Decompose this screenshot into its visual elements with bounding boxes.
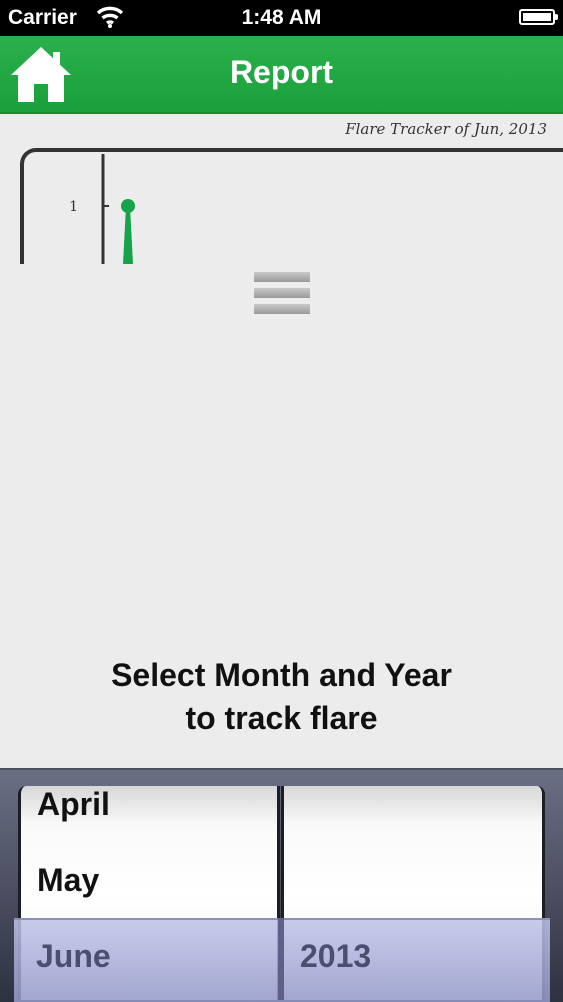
page-title: Report (229, 54, 334, 90)
drag-handle-icon[interactable] (254, 272, 310, 326)
chart-point (121, 199, 135, 213)
selected-month[interactable]: June (36, 938, 111, 975)
prompt-line-2: to track flare (185, 700, 378, 736)
status-bar: Carrier 1:48 AM (0, 0, 563, 36)
picker-divider (278, 918, 284, 1000)
chart-bar (123, 206, 133, 264)
report-subtitle: Flare Tracker of Jun, 2013 (345, 120, 547, 138)
clock-label: 1:48 AM (241, 6, 322, 29)
prompt-line-1: Select Month and Year (111, 657, 452, 693)
flare-chart: 1 (69, 154, 135, 264)
y-tick-label: 1 (69, 199, 78, 215)
battery-icon (519, 9, 558, 25)
nav-bar: Report (0, 36, 563, 114)
month-option[interactable]: April (37, 786, 110, 823)
selected-year[interactable]: 2013 (300, 938, 371, 975)
select-prompt: Select Month and Year to track flare (0, 654, 563, 740)
month-option[interactable]: May (37, 862, 99, 899)
